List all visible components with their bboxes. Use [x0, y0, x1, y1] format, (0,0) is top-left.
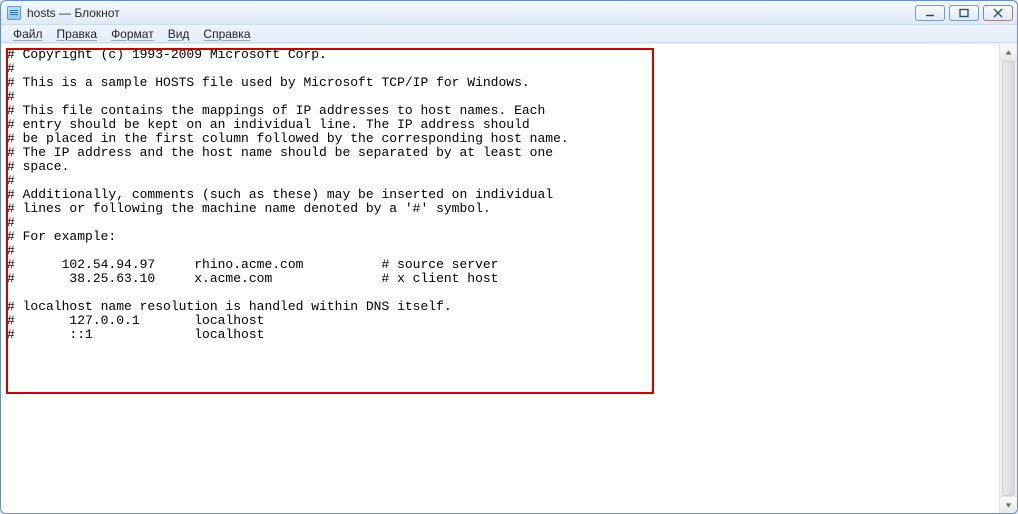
scroll-down-arrow-icon[interactable]	[1000, 496, 1017, 513]
menu-help[interactable]: Справка	[197, 26, 256, 42]
window-title: hosts — Блокнот	[27, 6, 120, 20]
text-editor[interactable]: # Copyright (c) 1993-2009 Microsoft Corp…	[1, 44, 999, 513]
menu-format[interactable]: Формат	[105, 26, 160, 42]
menu-edit[interactable]: Правка	[51, 26, 104, 42]
minimize-button[interactable]	[915, 5, 945, 21]
window-frame: hosts — Блокнот Файл Правка Формат Вид С…	[0, 0, 1018, 514]
editor-area: # Copyright (c) 1993-2009 Microsoft Corp…	[1, 43, 1017, 513]
vertical-scrollbar[interactable]	[999, 44, 1017, 513]
menu-view[interactable]: Вид	[162, 26, 196, 42]
window-controls	[915, 5, 1013, 21]
scroll-up-arrow-icon[interactable]	[1000, 44, 1017, 61]
menubar: Файл Правка Формат Вид Справка	[1, 25, 1017, 43]
scroll-thumb[interactable]	[1002, 61, 1015, 496]
close-button[interactable]	[983, 5, 1013, 21]
titlebar[interactable]: hosts — Блокнот	[1, 1, 1017, 25]
scroll-track[interactable]	[1000, 61, 1017, 496]
menu-file[interactable]: Файл	[7, 26, 49, 42]
maximize-button[interactable]	[949, 5, 979, 21]
notepad-icon	[7, 6, 21, 20]
